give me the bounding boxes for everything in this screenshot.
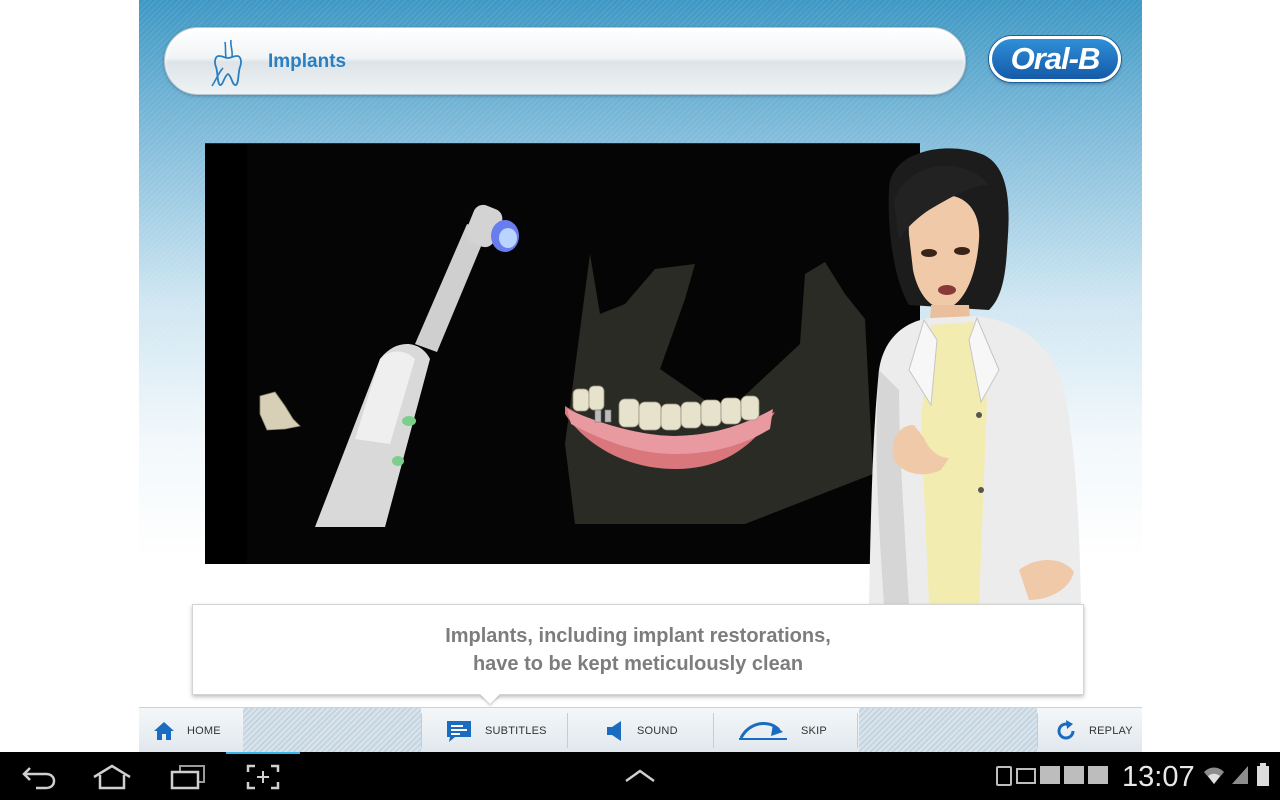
wifi-icon [1204, 767, 1224, 784]
replay-label: REPLAY [1089, 724, 1133, 737]
subtitles-button[interactable]: SUBTITLES [445, 708, 565, 752]
app-screen: Implants Oral-B Implants, including impl… [0, 0, 1280, 752]
toolbar-spacer [859, 708, 1037, 752]
title-bar: Implants [164, 27, 966, 95]
toolbar-divider [567, 713, 568, 748]
video-player[interactable] [205, 143, 920, 564]
nav-home-icon[interactable] [92, 764, 132, 790]
subtitles-icon [447, 720, 471, 742]
battery-icon [1257, 763, 1269, 786]
recent-apps-icon[interactable] [170, 764, 206, 790]
home-label: HOME [187, 724, 221, 737]
bottom-toolbar: HOME SUBTITLES SOUND SKIP REPLAY [139, 707, 1142, 752]
subtitle-line-1: Implants, including implant restorations… [445, 625, 831, 647]
skip-label: SKIP [801, 724, 827, 737]
notification-icons [996, 766, 1108, 786]
tooth-icon [211, 39, 242, 87]
home-button[interactable]: HOME [153, 708, 243, 752]
mail-icon [1016, 768, 1036, 784]
signal-icon [1232, 766, 1248, 784]
replay-icon [1057, 719, 1075, 739]
subtitle-pointer [480, 694, 500, 704]
toolbar-divider [1037, 713, 1038, 748]
subtitles-label: SUBTITLES [485, 724, 547, 737]
check-bag-icon [1040, 766, 1060, 784]
toolbar-spacer [243, 708, 421, 752]
sound-label: SOUND [637, 724, 678, 737]
toolbar-divider [713, 713, 714, 748]
toolbar-divider [421, 713, 422, 748]
dentist-avatar [869, 148, 1081, 605]
page-title: Implants [268, 51, 347, 72]
logo-text: Oral-B [1010, 41, 1101, 76]
oral-b-app: Implants Oral-B Implants, including impl… [139, 0, 1142, 752]
sound-button[interactable]: SOUND [605, 708, 715, 752]
replay-button[interactable]: REPLAY [1055, 708, 1142, 752]
skip-button[interactable]: SKIP [739, 708, 849, 752]
jaw-bone [565, 254, 873, 524]
toothbrush-model [315, 204, 519, 527]
screenshot-icon[interactable] [246, 764, 280, 790]
toolbar-divider [857, 713, 858, 748]
skip-icon [739, 721, 787, 740]
clock: 13:07 [1122, 761, 1195, 793]
play-store-icon [1064, 766, 1084, 784]
check-bag-icon [1088, 766, 1108, 784]
sd-card-icon [996, 766, 1012, 786]
home-icon [154, 721, 174, 740]
subtitle-line-2: have to be kept meticulously clean [472, 653, 804, 675]
chevron-up-icon[interactable] [624, 768, 656, 784]
oral-b-logo: Oral-B [989, 36, 1121, 82]
back-icon[interactable] [22, 764, 56, 790]
subtitle-box: Implants, including implant restorations… [192, 604, 1084, 695]
loose-teeth [259, 391, 301, 431]
active-indicator [226, 752, 300, 754]
android-system-bar: 13:07 [0, 752, 1280, 800]
video-frame [259, 204, 873, 527]
sound-icon [607, 720, 621, 741]
